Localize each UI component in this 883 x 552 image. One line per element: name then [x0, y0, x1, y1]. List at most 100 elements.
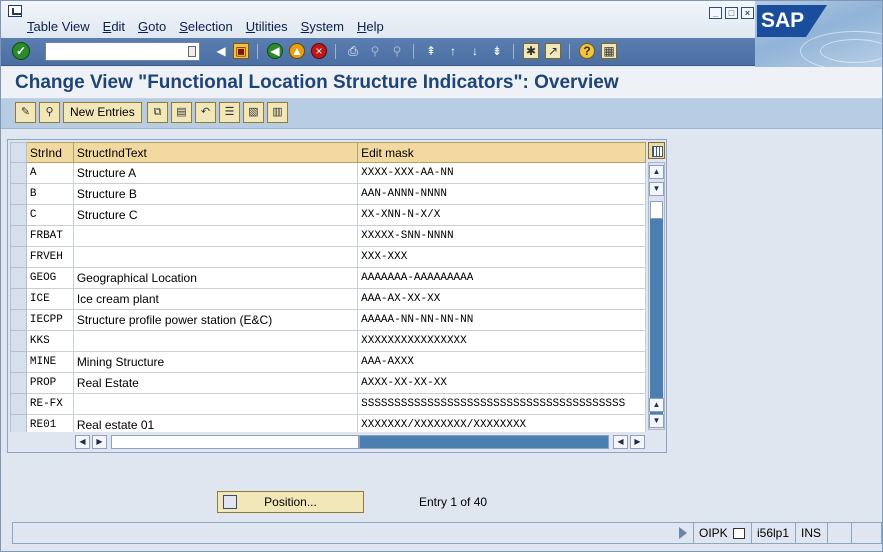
cell-strind[interactable]: PROP	[25, 372, 74, 394]
minimize-icon[interactable]: _	[709, 7, 722, 19]
shortcut-icon[interactable]: ↗	[545, 43, 561, 59]
scroll-up-icon[interactable]: ▼	[649, 182, 664, 196]
scroll-right-icon[interactable]: ▶	[630, 435, 645, 449]
cell-edit-mask[interactable]: AAN-ANNN-NNNN	[357, 183, 646, 205]
cell-strind[interactable]: A	[25, 162, 74, 184]
cell-edit-mask[interactable]: XXXXXXXXXXXXXXXX	[357, 330, 646, 352]
cancel-icon[interactable]: ×	[311, 43, 327, 59]
row-selector[interactable]	[10, 393, 27, 415]
command-history-icon[interactable]	[188, 46, 196, 57]
cell-structindtext[interactable]	[72, 225, 359, 247]
status-mode[interactable]: INS	[795, 523, 827, 543]
row-selector[interactable]	[10, 246, 27, 268]
previous-page-icon[interactable]: ↑	[445, 43, 461, 59]
vertical-scrollbar[interactable]: ▲ ▼ ▲ ▼	[648, 162, 665, 430]
row-selector[interactable]	[10, 204, 27, 226]
last-page-icon[interactable]: ⇟	[489, 43, 505, 59]
scroll-left-icon[interactable]: ◀	[613, 435, 628, 449]
scroll-track[interactable]	[650, 219, 663, 419]
close-icon[interactable]: ×	[741, 7, 754, 19]
customize-layout-icon[interactable]: ▦	[601, 43, 617, 59]
cell-edit-mask[interactable]: AAAAAAA-AAAAAAAAA	[357, 267, 646, 289]
cell-edit-mask[interactable]: XXXXX-SNN-NNNN	[357, 225, 646, 247]
scroll-bottom-icon[interactable]: ▼	[649, 414, 664, 428]
row-selector[interactable]	[10, 330, 27, 352]
help-icon[interactable]: ?	[579, 43, 595, 59]
cell-structindtext[interactable]: Structure B	[72, 183, 359, 205]
hscroll-track[interactable]	[359, 435, 609, 449]
column-header-strind[interactable]: StrInd	[25, 142, 74, 163]
horizontal-scrollbar-fixed[interactable]: ◀ ▶	[75, 434, 110, 450]
scroll-top-icon[interactable]: ▲	[649, 165, 664, 179]
cell-edit-mask[interactable]: XXXX-XXX-AA-NN	[357, 162, 646, 184]
select-block-icon[interactable]: ▧	[243, 102, 264, 123]
cell-structindtext[interactable]: Structure A	[72, 162, 359, 184]
cell-strind[interactable]: IECPP	[25, 309, 74, 331]
table-settings-icon[interactable]	[648, 142, 665, 159]
system-menu-icon[interactable]	[8, 5, 22, 17]
copy-as-icon[interactable]: ⧉	[147, 102, 168, 123]
scroll-thumb[interactable]	[650, 201, 663, 219]
row-selector[interactable]	[10, 351, 27, 373]
hscroll-thumb[interactable]	[111, 435, 359, 449]
menu-item-goto[interactable]: Goto	[138, 19, 166, 34]
scroll-left-icon[interactable]: ◀	[75, 435, 90, 449]
cell-strind[interactable]: KKS	[25, 330, 74, 352]
collapse-command-icon[interactable]: ◀	[213, 43, 229, 59]
menu-item-help[interactable]: Help	[357, 19, 384, 34]
row-selector[interactable]	[10, 414, 27, 432]
cell-structindtext[interactable]	[72, 246, 359, 268]
cell-structindtext[interactable]: Mining Structure	[72, 351, 359, 373]
next-page-icon[interactable]: ↓	[467, 43, 483, 59]
cell-edit-mask[interactable]: AXXX-XX-XX-XX	[357, 372, 646, 394]
print-icon[interactable]: ⎙	[345, 43, 361, 59]
cell-strind[interactable]: RE-FX	[25, 393, 74, 415]
maximize-icon[interactable]: □	[725, 7, 738, 19]
position-button[interactable]: Position...	[217, 491, 364, 513]
row-selector[interactable]	[10, 309, 27, 331]
scroll-right-icon[interactable]: ▶	[92, 435, 107, 449]
resize-grip[interactable]	[851, 523, 881, 543]
cell-structindtext[interactable]	[72, 330, 359, 352]
row-selector[interactable]	[10, 225, 27, 247]
column-header-edit-mask[interactable]: Edit mask	[357, 142, 646, 163]
save-icon[interactable]: ▣	[233, 43, 249, 59]
row-selector[interactable]	[10, 183, 27, 205]
menu-item-utilities[interactable]: Utilities	[246, 19, 288, 34]
select-all-cell[interactable]	[10, 142, 27, 163]
other-view-icon[interactable]: ⚲	[39, 102, 60, 123]
cell-structindtext[interactable]: Structure C	[72, 204, 359, 226]
system-info-icon[interactable]	[733, 528, 746, 540]
new-entries-button[interactable]: New Entries	[63, 102, 142, 123]
undo-change-icon[interactable]: ↶	[195, 102, 216, 123]
cell-edit-mask[interactable]: XX-XNN-N-X/X	[357, 204, 646, 226]
cell-structindtext[interactable]: Real estate 01	[72, 414, 359, 432]
cell-strind[interactable]: C	[25, 204, 74, 226]
deselect-all-icon[interactable]: ▥	[267, 102, 288, 123]
cell-structindtext[interactable]	[72, 393, 359, 415]
cell-strind[interactable]: GEOG	[25, 267, 74, 289]
row-selector[interactable]	[10, 267, 27, 289]
menu-item-selection[interactable]: Selection	[179, 19, 232, 34]
row-selector[interactable]	[10, 288, 27, 310]
expand-status-icon[interactable]	[679, 527, 687, 539]
menu-item-system[interactable]: System	[301, 19, 344, 34]
column-header-structindtext[interactable]: StructIndText	[72, 142, 359, 163]
cell-strind[interactable]: RE01	[25, 414, 74, 432]
horizontal-scrollbar[interactable]: ◀ ▶	[111, 434, 645, 450]
cell-edit-mask[interactable]: XXXXXXX/XXXXXXXX/XXXXXXXX	[357, 414, 646, 432]
cell-strind[interactable]: FRBAT	[25, 225, 74, 247]
scroll-down-icon[interactable]: ▲	[649, 398, 664, 412]
cell-edit-mask[interactable]: AAA-AX-XX-XX	[357, 288, 646, 310]
row-selector[interactable]	[10, 372, 27, 394]
enter-icon[interactable]: ✓	[12, 42, 30, 60]
cell-edit-mask[interactable]: AAAAA-NN-NN-NN-NN	[357, 309, 646, 331]
select-all-icon[interactable]: ☰	[219, 102, 240, 123]
cell-strind[interactable]: ICE	[25, 288, 74, 310]
first-page-icon[interactable]: ⇞	[423, 43, 439, 59]
cell-edit-mask[interactable]: XXX-XXX	[357, 246, 646, 268]
cell-strind[interactable]: B	[25, 183, 74, 205]
menu-item-edit[interactable]: Edit	[103, 19, 125, 34]
menu-item-table-view[interactable]: Table View	[27, 19, 90, 34]
exit-icon[interactable]: ▲	[289, 43, 305, 59]
